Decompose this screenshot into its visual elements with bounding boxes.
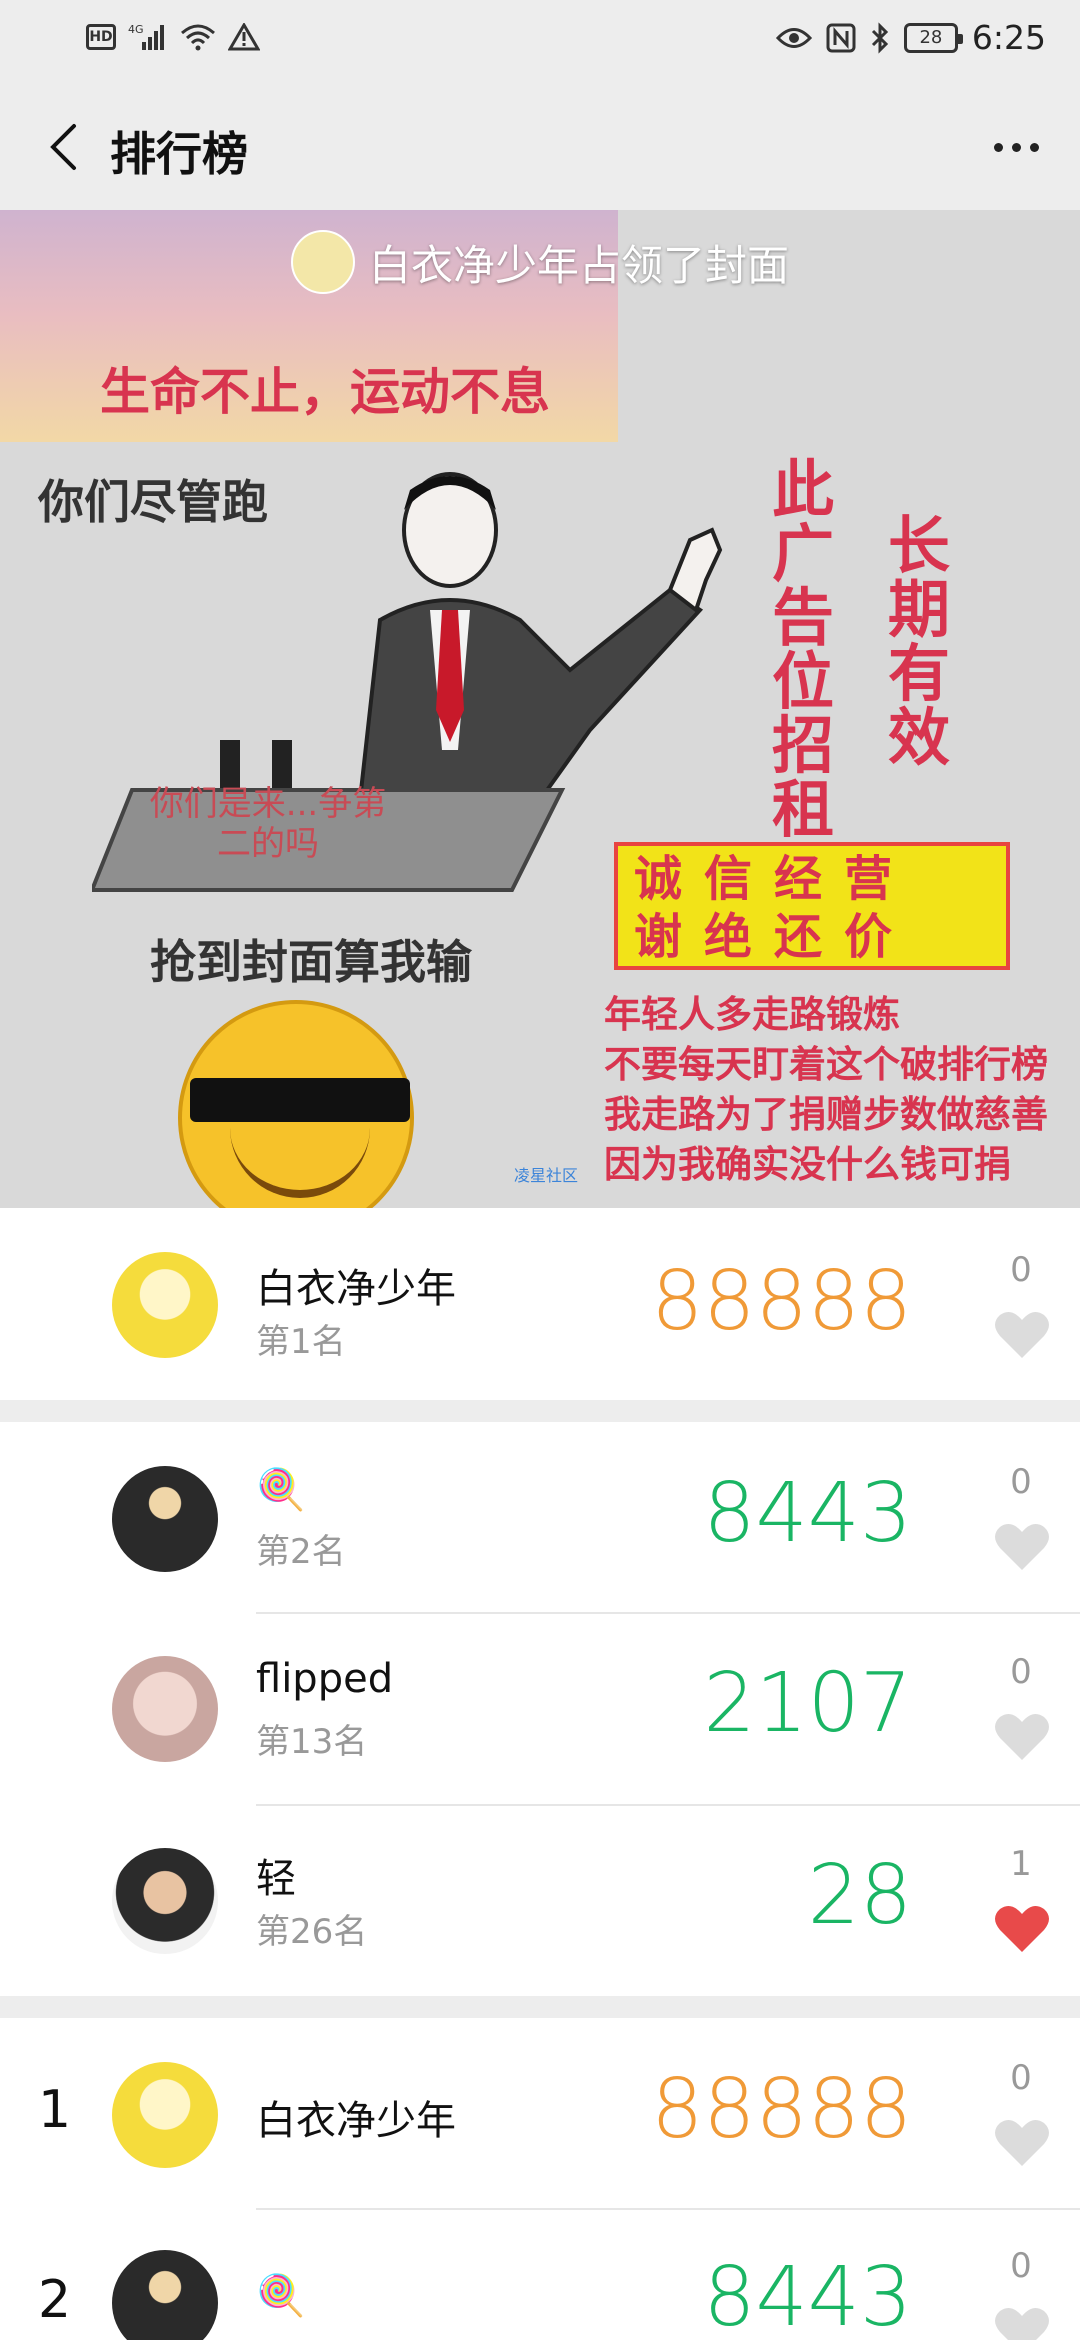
cover-red-line: 不要每天盯着这个破排行榜 — [604, 1043, 1048, 1086]
user-name: 🍭 — [256, 1467, 306, 1513]
smile-mouth — [230, 1128, 370, 1198]
warning-icon — [228, 23, 260, 51]
status-left: HD 4G — [86, 22, 260, 52]
wifi-icon — [181, 24, 215, 51]
user-name: 白衣净少年 — [256, 2098, 456, 2144]
list-item[interactable]: 1 白衣净少年 88888 0 — [0, 2018, 1080, 2208]
status-right: 28 6:25 — [775, 18, 1046, 57]
friends-ranking-section: 🍭 第2名 8443 0 flipped 第13名 2107 0 轻 第26名 … — [0, 1422, 1080, 1996]
hd-icon: HD — [86, 24, 116, 50]
leaderboard-list: 1 白衣净少年 88888 0 2 🍭 8443 0 — [0, 2018, 1080, 2340]
list-item[interactable]: 2 🍭 8443 0 — [0, 2210, 1080, 2340]
sign-line-1: 诚信经营 — [634, 851, 915, 907]
cover-red-line: 年轻人多走路锻炼 — [604, 993, 900, 1036]
like-count: 0 — [1010, 2058, 1032, 2098]
cover-vertical-text-1: 此广告位招租 — [771, 453, 834, 846]
more-dot-icon — [1029, 142, 1039, 152]
cover-red-text-block: 年轻人多走路锻炼 不要每天盯着这个破排行榜 我走路为了捐赠步数做慈善 因为我确实… — [604, 990, 1048, 1190]
rank-label: 第1名 — [256, 1322, 346, 1362]
avatar[interactable] — [112, 1848, 218, 1954]
avatar[interactable] — [112, 1466, 218, 1572]
eye-icon — [775, 27, 812, 48]
cover-red-line: 因为我确实没什么钱可捐 — [604, 1143, 1011, 1186]
step-count: 2107 — [703, 1656, 912, 1751]
like-count: 0 — [1010, 1250, 1032, 1290]
rank-number: 1 — [38, 2080, 72, 2140]
heart-icon[interactable] — [994, 1904, 1050, 1954]
more-options-button[interactable] — [976, 114, 1056, 180]
nav-header: 排行榜 — [0, 84, 1080, 210]
step-count: 88888 — [651, 1254, 912, 1349]
cover-owner-text: 白衣净少年占领了封面 — [368, 240, 789, 290]
avatar[interactable] — [112, 2250, 218, 2340]
avatar[interactable] — [112, 1252, 218, 1358]
cellular-signal-icon: 4G — [128, 23, 164, 50]
cover-image[interactable]: 生命不止，运动不息 白衣净少年占领了封面 你们尽管跑 你们是来...争第二的吗 … — [0, 210, 1080, 1208]
heart-icon[interactable] — [994, 1310, 1050, 1360]
user-name: 🍭 — [256, 2273, 306, 2319]
cover-caption-podium: 你们是来...争第二的吗 — [149, 784, 387, 864]
avatar[interactable] — [112, 1656, 218, 1762]
rank-number: 2 — [38, 2270, 72, 2330]
bluetooth-icon — [871, 21, 889, 54]
more-dot-icon — [1011, 142, 1021, 152]
cover-watermark: 凌星社区 — [514, 1166, 579, 1185]
rank-label: 第26名 — [256, 1912, 368, 1952]
page-title: 排行榜 — [110, 127, 248, 181]
cover-caption-run: 你们尽管跑 — [38, 475, 268, 529]
like-count: 0 — [1010, 1652, 1032, 1692]
sunglasses-icon — [190, 1078, 410, 1122]
sign-line-2: 谢绝还价 — [634, 909, 915, 965]
svg-text:4G: 4G — [128, 23, 144, 36]
avatar[interactable] — [112, 2062, 218, 2168]
status-bar: HD 4G 28 6:25 — [0, 0, 1080, 84]
user-name: flipped — [256, 1656, 394, 1702]
cover-banner-text: 生命不止，运动不息 — [100, 363, 550, 421]
user-name: 轻 — [256, 1856, 296, 1902]
cover-red-line: 我走路为了捐赠步数做慈善 — [604, 1093, 1048, 1136]
clock: 6:25 — [971, 18, 1046, 57]
step-count: 8443 — [703, 2250, 912, 2340]
battery-level: 28 — [919, 27, 943, 48]
nfc-icon — [826, 23, 856, 52]
like-count: 0 — [1010, 2246, 1032, 2286]
rank-label: 第2名 — [256, 1532, 346, 1572]
cover-yellow-sign: 诚信经营 谢绝还价 — [614, 842, 1010, 970]
heart-icon[interactable] — [994, 2118, 1050, 2168]
back-button[interactable] — [28, 112, 98, 182]
battery-icon: 28 — [903, 22, 963, 53]
more-dot-icon — [993, 142, 1003, 152]
user-name: 白衣净少年 — [256, 1266, 456, 1312]
cover-owner: 白衣净少年占领了封面 — [0, 230, 1080, 294]
step-count: 88888 — [651, 2062, 912, 2157]
sunglasses-smiley-icon — [178, 1000, 414, 1208]
heart-icon[interactable] — [994, 1712, 1050, 1762]
step-count: 8443 — [703, 1466, 912, 1561]
my-rank-row[interactable]: 白衣净少年 第1名 88888 0 — [0, 1208, 1080, 1400]
rank-label: 第13名 — [256, 1722, 368, 1762]
heart-icon[interactable] — [994, 1522, 1050, 1572]
row-divider — [256, 1804, 1080, 1806]
chevron-left-icon — [50, 124, 76, 170]
like-count: 0 — [1010, 1462, 1032, 1502]
heart-icon[interactable] — [994, 2306, 1050, 2340]
cover-owner-avatar — [290, 230, 355, 294]
step-count: 28 — [807, 1848, 912, 1943]
cover-caption-grab: 抢到封面算我输 — [150, 935, 472, 989]
cover-vertical-text-2: 长期有效 — [887, 509, 950, 774]
row-divider — [256, 1612, 1080, 1614]
like-count: 1 — [1010, 1844, 1032, 1884]
